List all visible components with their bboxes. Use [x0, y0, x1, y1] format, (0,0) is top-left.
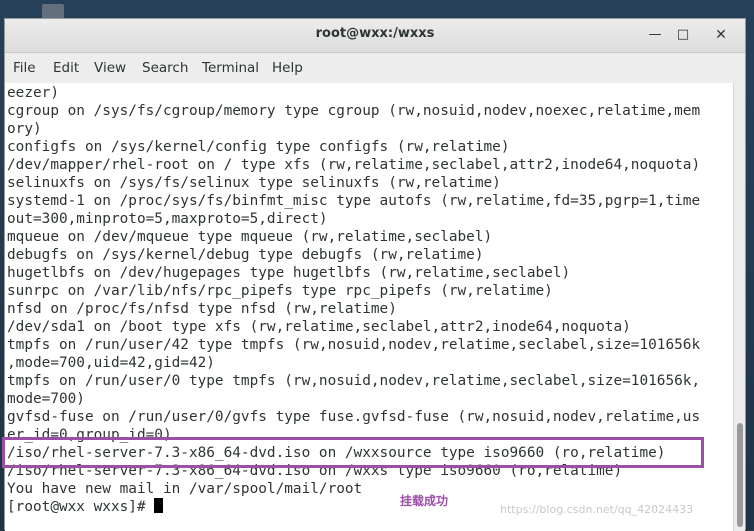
terminal-line: systemd-1 on /proc/sys/fs/binfmt_misc ty…: [7, 193, 701, 209]
terminal-line: cgroup on /sys/fs/cgroup/memory type cgr…: [7, 103, 701, 119]
close-icon[interactable]: ✕: [711, 25, 731, 45]
text-cursor: [154, 498, 164, 513]
terminal-line: er_id=0,group_id=0): [7, 427, 172, 443]
terminal-line: mode=700): [7, 391, 85, 407]
menu-edit[interactable]: Edit: [53, 60, 79, 76]
terminal-line: eezer): [7, 85, 59, 101]
terminal-line: /dev/mapper/rhel-root on / type xfs (rw,…: [7, 157, 701, 173]
terminal-line: nfsd on /proc/fs/nfsd type nfsd (rw,rela…: [7, 301, 397, 317]
highlighted-mount-line: /iso/rhel-server-7.3-x86_64-dvd.iso on /…: [7, 463, 623, 479]
terminal-line: tmpfs on /run/user/42 type tmpfs (rw,nos…: [7, 337, 701, 353]
terminal-line: configfs on /sys/kernel/config type conf…: [7, 139, 510, 155]
shell-prompt: [root@wxx wxxs]#: [7, 499, 155, 515]
terminal-line: /iso/rhel-server-7.3-x86_64-dvd.iso on /…: [7, 445, 666, 461]
terminal-line: selinuxfs on /sys/fs/selinux type selinu…: [7, 175, 501, 191]
scrollbar-thumb[interactable]: [737, 423, 743, 527]
terminal-line: /dev/sda1 on /boot type xfs (rw,relatime…: [7, 319, 631, 335]
window-title: root@wxx:/wxxs: [315, 26, 435, 41]
terminal-line: sunrpc on /var/lib/nfs/rpc_pipefs type r…: [7, 283, 553, 299]
terminal-line: out=300,minproto=5,maxproto=5,direct): [7, 211, 328, 227]
minimize-icon[interactable]: —: [645, 25, 665, 45]
terminal-line: ory): [7, 121, 42, 137]
title-bar[interactable]: root@wxx:/wxxs — □ ✕: [5, 19, 745, 53]
menu-terminal[interactable]: Terminal: [202, 60, 259, 76]
menu-search[interactable]: Search: [142, 60, 188, 76]
vertical-scrollbar[interactable]: [733, 83, 745, 531]
annotation-label: 挂载成功: [400, 494, 449, 508]
terminal-line: tmpfs on /run/user/0 type tmpfs (rw,nosu…: [7, 373, 701, 389]
terminal-line: mqueue on /dev/mqueue type mqueue (rw,re…: [7, 229, 493, 245]
menu-bar: File Edit View Search Terminal Help: [5, 53, 745, 84]
prompt-line[interactable]: [root@wxx wxxs]#: [7, 498, 164, 516]
menu-help[interactable]: Help: [272, 60, 303, 76]
menu-file[interactable]: File: [13, 60, 36, 76]
maximize-icon[interactable]: □: [673, 25, 693, 45]
terminal-window: root@wxx:/wxxs — □ ✕ File Edit View Sear…: [4, 18, 746, 531]
terminal-output[interactable]: eezer) cgroup on /sys/fs/cgroup/memory t…: [5, 83, 733, 531]
watermark: https://blog.csdn.net/qq_42024433: [500, 503, 694, 516]
terminal-line: debugfs on /sys/kernel/debug type debugf…: [7, 247, 484, 263]
terminal-line: ,mode=700,uid=42,gid=42): [7, 355, 215, 371]
terminal-line: hugetlbfs on /dev/hugepages type hugetlb…: [7, 265, 571, 281]
terminal-line: You have new mail in /var/spool/mail/roo…: [7, 481, 363, 497]
menu-view[interactable]: View: [94, 60, 126, 76]
terminal-line: gvfsd-fuse on /run/user/0/gvfs type fuse…: [7, 409, 701, 425]
